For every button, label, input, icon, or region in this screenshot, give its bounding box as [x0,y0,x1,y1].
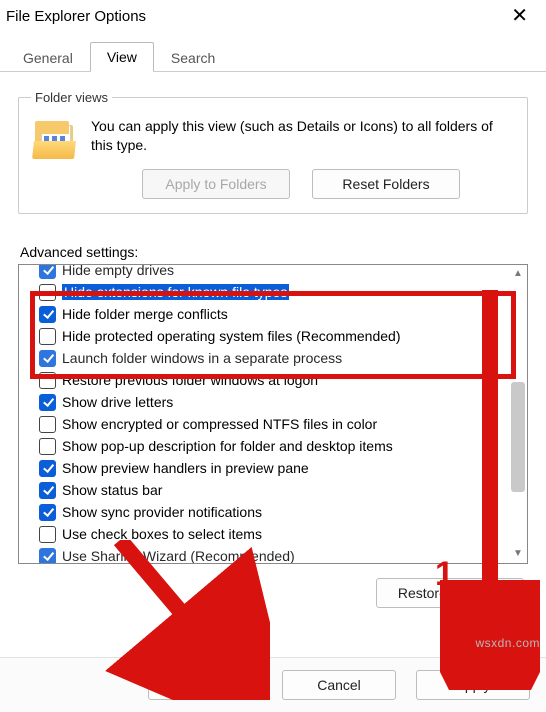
checkbox[interactable] [39,460,56,477]
folder-views-legend: Folder views [31,90,112,105]
list-item-label: Hide extensions for known file types [62,284,289,300]
list-item[interactable]: Hide protected operating system files (R… [39,325,509,347]
annotation-number-1: 1 [435,555,454,594]
list-item-label: Show drive letters [62,394,173,410]
list-item[interactable]: Show encrypted or compressed NTFS files … [39,413,509,435]
close-icon[interactable]: ✕ [503,4,536,28]
checkbox[interactable] [39,264,56,279]
tab-general[interactable]: General [6,43,90,72]
list-item-label: Restore previous folder windows at logon [62,372,318,388]
folder-views-text: You can apply this view (such as Details… [91,117,513,155]
checkbox[interactable] [39,416,56,433]
list-item-label: Hide folder merge conflicts [62,306,228,322]
apply-to-folders-button[interactable]: Apply to Folders [142,169,290,199]
list-item[interactable]: Show sync provider notifications [39,501,509,523]
list-item-label: Show pop-up description for folder and d… [62,438,393,454]
cancel-button[interactable]: Cancel [282,670,396,700]
tab-search[interactable]: Search [154,43,232,72]
list-item-label: Hide empty drives [62,264,174,278]
list-item[interactable]: Use check boxes to select items [39,523,509,545]
list-item[interactable]: Restore previous folder windows at logon [39,369,509,391]
apply-button[interactable]: Apply [416,670,530,700]
checkbox[interactable] [39,526,56,543]
list-item-label: Launch folder windows in a separate proc… [62,350,342,366]
list-item[interactable]: Hide empty drives [39,264,509,281]
checkbox[interactable] [39,350,56,367]
watermark: wsxdn.com [475,636,540,650]
scrollbar[interactable]: ▲ ▼ [511,267,525,561]
list-item-label: Use check boxes to select items [62,526,262,542]
advanced-settings-list: Hide empty drives Hide extensions for kno… [18,264,528,564]
scroll-up-icon[interactable]: ▲ [511,267,525,281]
list-item-label: Show sync provider notifications [62,504,262,520]
folder-icon [33,121,77,159]
list-item[interactable]: Hide folder merge conflicts [39,303,509,325]
list-item-label: Use Sharing Wizard (Recommended) [62,548,295,564]
scroll-thumb[interactable] [511,382,525,492]
folder-views-group: Folder views You can apply this view (su… [18,90,528,214]
list-item-label: Show encrypted or compressed NTFS files … [62,416,377,432]
dialog-footer: OK Cancel Apply [0,657,546,712]
checkbox[interactable] [39,438,56,455]
list-item-label: Hide protected operating system files (R… [62,328,401,344]
list-item[interactable]: Show preview handlers in preview pane [39,457,509,479]
checkbox[interactable] [39,394,56,411]
checkbox[interactable] [39,482,56,499]
checkbox[interactable] [39,284,56,301]
annotation-number-2: 2 [196,594,215,633]
window-title: File Explorer Options [6,8,146,25]
advanced-settings-label: Advanced settings: [20,244,528,260]
tab-view[interactable]: View [90,42,154,72]
scroll-down-icon[interactable]: ▼ [511,547,525,561]
checkbox[interactable] [39,372,56,389]
reset-folders-button[interactable]: Reset Folders [312,169,460,199]
checkbox[interactable] [39,328,56,345]
checkbox[interactable] [39,306,56,323]
list-item[interactable]: Show drive letters [39,391,509,413]
list-item[interactable]: Hide extensions for known file types [39,281,509,303]
checkbox[interactable] [39,548,56,565]
list-item-label: Show preview handlers in preview pane [62,460,309,476]
list-item[interactable]: Show pop-up description for folder and d… [39,435,509,457]
ok-button[interactable]: OK [148,670,262,700]
list-item[interactable]: Show status bar [39,479,509,501]
checkbox[interactable] [39,504,56,521]
list-item-label: Show status bar [62,482,162,498]
list-item[interactable]: Launch folder windows in a separate proc… [39,347,509,369]
